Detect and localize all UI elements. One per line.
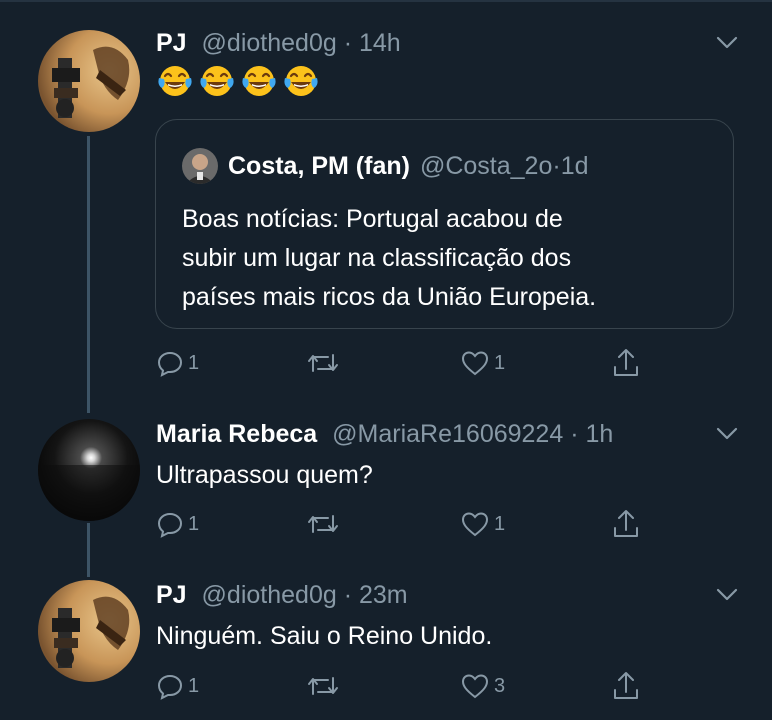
- reply-count: 1: [188, 351, 200, 374]
- tears-of-joy-emoji: [284, 66, 318, 96]
- quoted-author-name: Costa, PM (fan): [228, 152, 410, 180]
- avatar[interactable]: [38, 30, 140, 132]
- like-button[interactable]: 1: [460, 507, 505, 541]
- like-icon: [461, 512, 489, 537]
- retweet-button[interactable]: [306, 507, 344, 541]
- timestamp[interactable]: 23m: [359, 581, 408, 609]
- like-button[interactable]: 1: [460, 346, 505, 380]
- avatar[interactable]: [38, 419, 140, 521]
- retweet-icon: [308, 354, 338, 372]
- emoji-row: [157, 63, 319, 99]
- like-count: 1: [494, 512, 506, 535]
- quoted-text-line: Boas notícias: Portugal acabou de: [182, 205, 563, 233]
- tweet-header: Maria Rebeca @MariaRe16069224 · 1h: [156, 419, 613, 449]
- reply-button[interactable]: 1: [156, 669, 199, 703]
- reply-button[interactable]: 1: [156, 346, 199, 380]
- author-name[interactable]: PJ: [156, 29, 187, 57]
- share-button[interactable]: [611, 507, 641, 541]
- retweet-icon: [308, 677, 338, 695]
- reply-icon: [157, 351, 183, 377]
- chevron-down-icon[interactable]: [716, 36, 738, 50]
- reply-count: 1: [188, 512, 200, 535]
- tears-of-joy-emoji: [158, 66, 192, 96]
- quoted-text-line: subir um lugar na classificação dos: [182, 244, 572, 272]
- tweet-text: Ultrapassou quem?: [156, 461, 373, 489]
- author-handle[interactable]: @MariaRe16069224: [332, 420, 563, 448]
- quoted-tweet-text: Boas notícias: Portugal acabou de subir …: [182, 200, 596, 317]
- author-handle[interactable]: @diothed0g: [202, 581, 337, 609]
- thread-line: [87, 136, 90, 413]
- tweet-header: PJ @diothed0g · 23m: [156, 580, 408, 610]
- action-bar: 1 1: [156, 346, 646, 380]
- separator-dot: ·: [563, 420, 586, 448]
- quoted-author-handle: @Costa_2o: [419, 152, 553, 180]
- avatar[interactable]: [38, 580, 140, 682]
- separator-dot: ·: [336, 29, 359, 57]
- share-icon: [614, 349, 638, 376]
- chevron-down-icon[interactable]: [716, 588, 738, 602]
- timestamp[interactable]: 1h: [585, 420, 613, 448]
- like-button[interactable]: 3: [460, 669, 505, 703]
- share-icon: [614, 510, 638, 537]
- separator-dot: ·: [552, 152, 561, 180]
- like-count: 1: [494, 351, 506, 374]
- like-icon: [461, 674, 489, 699]
- tweet-text: Ninguém. Saiu o Reino Unido.: [156, 622, 493, 650]
- like-count: 3: [494, 674, 506, 697]
- timestamp[interactable]: 14h: [359, 29, 401, 57]
- retweet-button[interactable]: [306, 669, 344, 703]
- reply-icon: [157, 674, 183, 700]
- tears-of-joy-emoji: [242, 66, 276, 96]
- like-icon: [461, 351, 489, 376]
- share-icon: [614, 672, 638, 699]
- retweet-button[interactable]: [306, 346, 344, 380]
- author-name[interactable]: Maria Rebeca: [156, 420, 317, 448]
- thread-line: [87, 523, 90, 577]
- quoted-timestamp: 1d: [560, 152, 589, 180]
- author-name[interactable]: PJ: [156, 581, 187, 609]
- top-divider: [0, 0, 772, 2]
- action-bar: 1 1: [156, 507, 646, 541]
- separator-dot: ·: [336, 581, 359, 609]
- quoted-tweet[interactable]: Costa, PM (fan) @Costa_2o · 1d Boas notí…: [155, 119, 734, 329]
- quoted-text-line: países mais ricos da União Europeia.: [182, 283, 597, 311]
- chevron-down-icon[interactable]: [716, 427, 738, 441]
- action-bar: 1 3: [156, 669, 646, 703]
- reply-icon: [157, 512, 183, 538]
- quoted-tweet-header: Costa, PM (fan) @Costa_2o · 1d: [182, 148, 589, 184]
- reply-button[interactable]: 1: [156, 507, 199, 541]
- retweet-icon: [308, 515, 338, 533]
- tweet-header: PJ @diothed0g · 14h: [156, 28, 401, 58]
- share-button[interactable]: [611, 346, 641, 380]
- share-button[interactable]: [611, 669, 641, 703]
- quoted-avatar: [182, 148, 218, 184]
- reply-count: 1: [188, 674, 200, 697]
- tears-of-joy-emoji: [200, 66, 234, 96]
- author-handle[interactable]: @diothed0g: [202, 29, 337, 57]
